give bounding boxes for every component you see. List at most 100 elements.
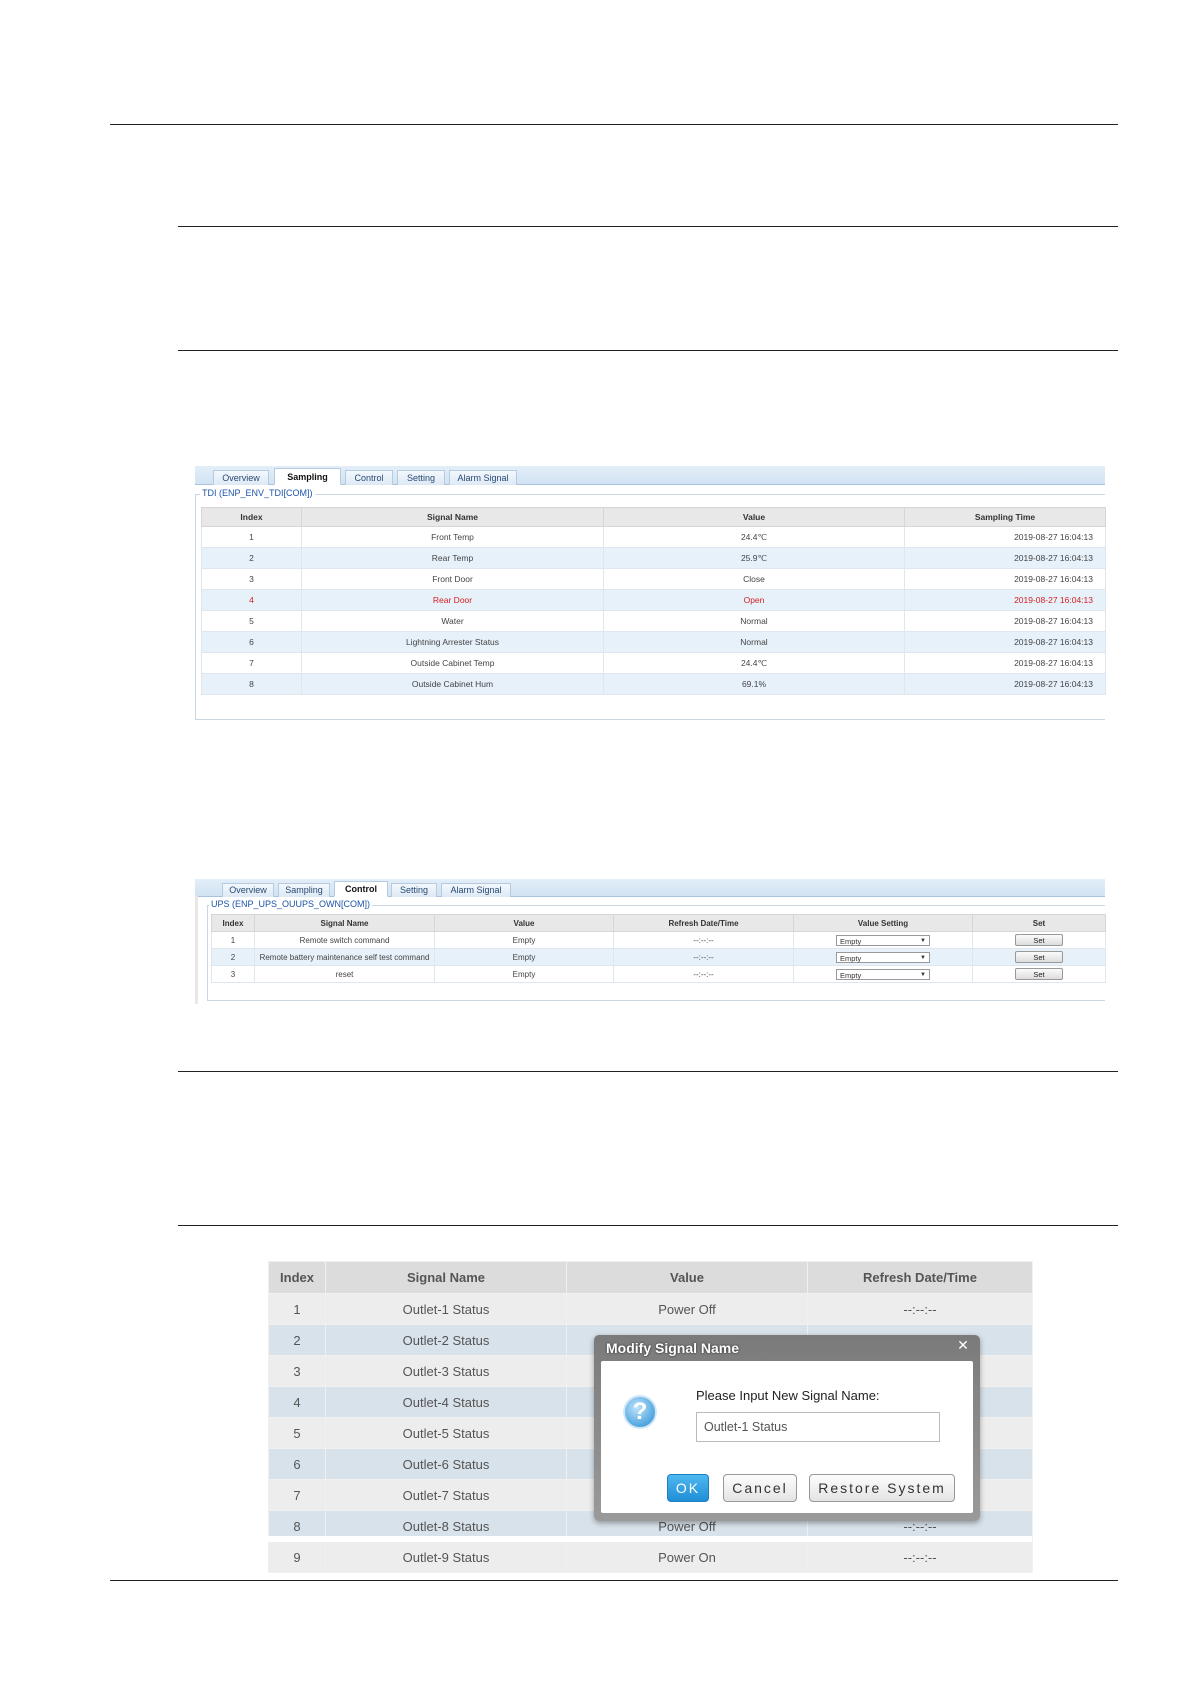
cell-value: Power Off [566, 1293, 808, 1325]
cell-sampling-time: 2019-08-27 16:04:13 [904, 568, 1106, 590]
table-row: 1 Remote switch command Empty --:--:-- Empty… [211, 931, 1106, 949]
tab-alarm-signal[interactable]: Alarm Signal [441, 883, 511, 897]
cell-index: 2 [201, 547, 302, 569]
cell-index: 8 [201, 673, 302, 695]
col-header-value: Value [603, 507, 905, 527]
sampling-tab-bar: Overview Sampling Control Setting Alarm … [195, 466, 1105, 485]
cell-signal-name: Rear Temp [301, 547, 604, 569]
table-row: 8 Outside Cabinet Hum 69.1% 2019-08-27 16:0… [201, 673, 1106, 695]
cell-signal-name: Outlet-2 Status [325, 1324, 567, 1356]
table-row: 3 reset Empty --:--:-- Empty ▼ Set [211, 965, 1106, 983]
col-header-refresh-time: Refresh Date/Time [613, 914, 794, 932]
cell-value: Power On [566, 1541, 808, 1573]
tab-overview[interactable]: Overview [222, 883, 274, 897]
cell-refresh-time: --:--:-- [613, 931, 794, 949]
cell-set: Set [972, 965, 1106, 983]
control-screenshot: Overview Sampling Control Setting Alarm … [195, 879, 1106, 1004]
cancel-button[interactable]: Cancel [723, 1474, 797, 1502]
tab-sampling[interactable]: Sampling [274, 468, 341, 485]
tab-overview[interactable]: Overview [213, 470, 269, 485]
left-scroll-edge [195, 896, 198, 1004]
value-setting-select[interactable]: Empty ▼ [836, 951, 930, 963]
tab-setting[interactable]: Setting [397, 470, 445, 485]
col-header-value: Value [566, 1261, 808, 1294]
cell-sampling-time: 2019-08-27 16:04:13 [904, 652, 1106, 674]
cell-index: 4 [268, 1386, 326, 1418]
set-button[interactable]: Set [1015, 934, 1063, 946]
chevron-down-icon: ▼ [920, 954, 926, 961]
cell-sampling-time: 2019-08-27 16:04:13 [904, 631, 1106, 653]
table-row: 6 Lightning Arrester Status Normal 2019-08-… [201, 631, 1106, 653]
cell-value: Empty [434, 948, 614, 966]
dialog-body: ? Please Input New Signal Name: OK Cance… [601, 1361, 973, 1513]
close-icon[interactable]: ✕ [956, 1338, 970, 1352]
cell-value: 24.4℃ [603, 652, 905, 674]
cell-sampling-time: 2019-08-27 16:04:13 [904, 610, 1106, 632]
cell-value: 24.4℃ [603, 526, 905, 548]
cell-index: 9 [268, 1541, 326, 1573]
cell-index: 3 [211, 965, 255, 983]
cell-value: Open [603, 589, 905, 611]
cell-index: 5 [201, 610, 302, 632]
sampling-table: Index Signal Name Value Sampling Time 1F… [201, 507, 1106, 695]
value-setting-select[interactable]: Empty ▼ [836, 968, 930, 980]
cell-signal-name: Outlet-1 Status [325, 1293, 567, 1325]
cell-refresh-time: --:--:-- [807, 1541, 1033, 1573]
cell-signal-name: Outside Cabinet Hum [301, 673, 604, 695]
crop-edge [268, 1536, 1032, 1542]
cell-index: 7 [201, 652, 302, 674]
cell-signal-name: Outlet-9 Status [325, 1541, 567, 1573]
cell-value: Empty [434, 931, 614, 949]
control-tab-bar: Overview Sampling Control Setting Alarm … [195, 879, 1105, 897]
restore-system-button[interactable]: Restore System [809, 1474, 955, 1502]
tab-sampling[interactable]: Sampling [278, 883, 330, 897]
tab-setting[interactable]: Setting [391, 883, 437, 897]
tab-alarm-signal[interactable]: Alarm Signal [449, 470, 517, 485]
col-header-value: Value [434, 914, 614, 932]
table-row: 2 Rear Temp 25.9℃ 2019-08-27 16:04:13 [201, 547, 1106, 569]
cell-signal-name: Outlet-3 Status [325, 1355, 567, 1387]
table-row: 9 Outlet-9 Status Power On --:--:-- [268, 1541, 1033, 1573]
set-button[interactable]: Set [1015, 968, 1063, 980]
cell-value: Close [603, 568, 905, 590]
col-header-signal-name: Signal Name [254, 914, 435, 932]
cell-signal-name: reset [254, 965, 435, 983]
cell-sampling-time: 2019-08-27 16:04:13 [904, 547, 1106, 569]
cell-signal-name: Outlet-4 Status [325, 1386, 567, 1418]
cell-value-setting: Empty ▼ [793, 965, 973, 983]
col-header-set: Set [972, 914, 1106, 932]
tab-control[interactable]: Control [334, 881, 388, 897]
ok-button[interactable]: OK [667, 1474, 709, 1502]
table-row: 5 Water Normal 2019-08-27 16:04:13 [201, 610, 1106, 632]
modify-signal-name-dialog: Modify Signal Name ✕ ? Please Input New … [594, 1335, 980, 1521]
chevron-down-icon: ▼ [920, 937, 926, 944]
question-icon: ? [623, 1395, 657, 1429]
section-rule [178, 226, 1118, 227]
table-row: 2 Remote battery maintenance self test co… [211, 948, 1106, 966]
col-header-refresh-time: Refresh Date/Time [807, 1261, 1033, 1294]
value-setting-select[interactable]: Empty ▼ [836, 934, 930, 946]
cell-index: 3 [201, 568, 302, 590]
cell-signal-name: Water [301, 610, 604, 632]
dialog-prompt: Please Input New Signal Name: [696, 1388, 880, 1403]
cell-signal-name: Outlet-5 Status [325, 1417, 567, 1449]
tab-control[interactable]: Control [345, 470, 393, 485]
value-setting-selected: Empty [840, 936, 862, 946]
cell-value: Empty [434, 965, 614, 983]
table-row: 3 Front Door Close 2019-08-27 16:04:13 [201, 568, 1106, 590]
cell-signal-name: Rear Door [301, 589, 604, 611]
cell-signal-name: Front Temp [301, 526, 604, 548]
col-header-index: Index [268, 1261, 326, 1294]
table-row: 7 Outside Cabinet Temp 24.4℃ 2019-08-27 16:… [201, 652, 1106, 674]
cell-signal-name: Lightning Arrester Status [301, 631, 604, 653]
chevron-down-icon: ▼ [920, 971, 926, 978]
cell-value: 25.9℃ [603, 547, 905, 569]
value-setting-selected: Empty [840, 970, 862, 980]
top-rule [110, 124, 1118, 125]
cell-refresh-time: --:--:-- [807, 1293, 1033, 1325]
cell-index: 1 [268, 1293, 326, 1325]
bottom-rule [110, 1580, 1118, 1581]
signal-name-input[interactable] [696, 1412, 940, 1442]
set-button[interactable]: Set [1015, 951, 1063, 963]
dialog-title: Modify Signal Name [606, 1340, 740, 1356]
